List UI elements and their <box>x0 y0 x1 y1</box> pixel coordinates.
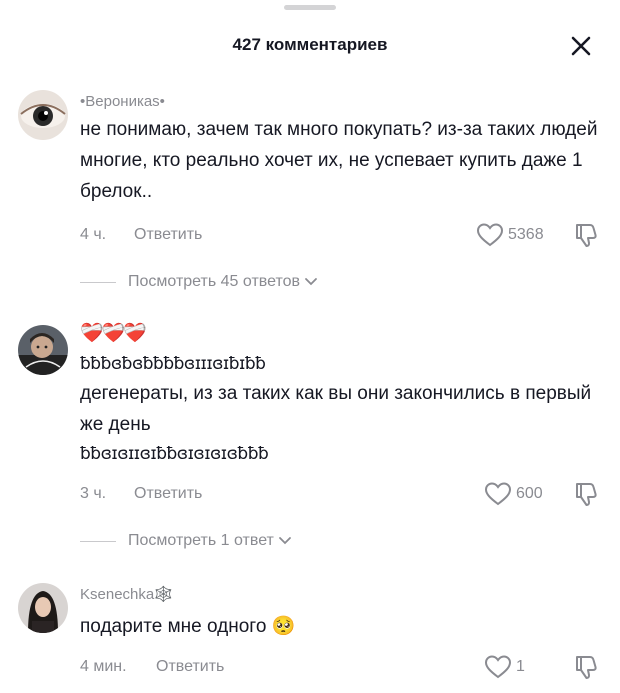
heart-outline-icon <box>476 223 504 247</box>
close-button[interactable] <box>566 31 596 61</box>
comment-text: дегенераты, из за таких как вы они закон… <box>80 383 592 435</box>
avatar[interactable] <box>18 90 68 140</box>
drag-handle[interactable] <box>284 5 336 10</box>
heart-outline-icon <box>484 482 512 506</box>
chevron-down-icon <box>278 537 291 545</box>
reply-button[interactable]: Ответить <box>134 485 202 503</box>
avatar[interactable] <box>18 325 68 375</box>
like-count: 1 <box>516 658 525 675</box>
reply-button[interactable]: Ответить <box>156 658 224 676</box>
avatar[interactable] <box>18 583 68 633</box>
dislike-button[interactable] <box>572 221 600 249</box>
like-count: 600 <box>516 485 543 502</box>
like-button[interactable]: 600 <box>484 479 543 509</box>
view-replies-button[interactable]: Посмотреть 45 ответов <box>80 271 318 293</box>
close-icon <box>571 36 591 56</box>
comment-text: не понимаю, зачем так много покупать? из… <box>80 119 598 202</box>
comment-time: 3 ч. <box>80 485 107 502</box>
comment-text: подарите мне одного 🥺 <box>80 616 296 637</box>
reply-button[interactable]: Ответить <box>134 226 202 244</box>
like-button[interactable]: 5368 <box>476 220 544 250</box>
like-count: 5368 <box>508 226 544 243</box>
chevron-down-icon <box>305 278 317 286</box>
comments-count-title: 427 комментариев <box>232 35 388 54</box>
comments-sheet: 427 комментариев •Вероникаѕ• не понимаю,… <box>0 0 620 693</box>
comment-decoration: ƀƀƀɞƀɞƀƀƀƀɞɪɪɪɞɪƀɪƀƀ <box>80 354 266 374</box>
thumbs-down-icon <box>576 656 597 679</box>
comment-username[interactable]: •Вероникаѕ• <box>80 92 598 114</box>
comment-username[interactable]: ❤️‍🩹❤️‍🩹❤️‍🩹 <box>80 322 598 346</box>
dislike-button[interactable] <box>572 480 600 508</box>
view-replies-label: Посмотреть 45 ответов <box>128 273 300 290</box>
comment-decoration: ƀƀɞɪɞɪɪɞɪƀƀɞɪɞɪɞɪɞƀƀƀ <box>80 444 269 464</box>
like-button[interactable]: 1 <box>484 652 525 682</box>
comment-time: 4 мин. <box>80 658 127 675</box>
dislike-button[interactable] <box>572 653 600 681</box>
thumbs-down-icon <box>576 483 597 506</box>
thumbs-down-icon <box>576 224 597 247</box>
comment-time: 4 ч. <box>80 226 107 243</box>
heart-outline-icon <box>484 655 512 679</box>
comment-username[interactable]: Ksenechka🕸️ <box>80 585 598 607</box>
view-replies-button[interactable]: Посмотреть 1 ответ <box>80 530 292 552</box>
view-replies-label: Посмотреть 1 ответ <box>128 532 274 549</box>
